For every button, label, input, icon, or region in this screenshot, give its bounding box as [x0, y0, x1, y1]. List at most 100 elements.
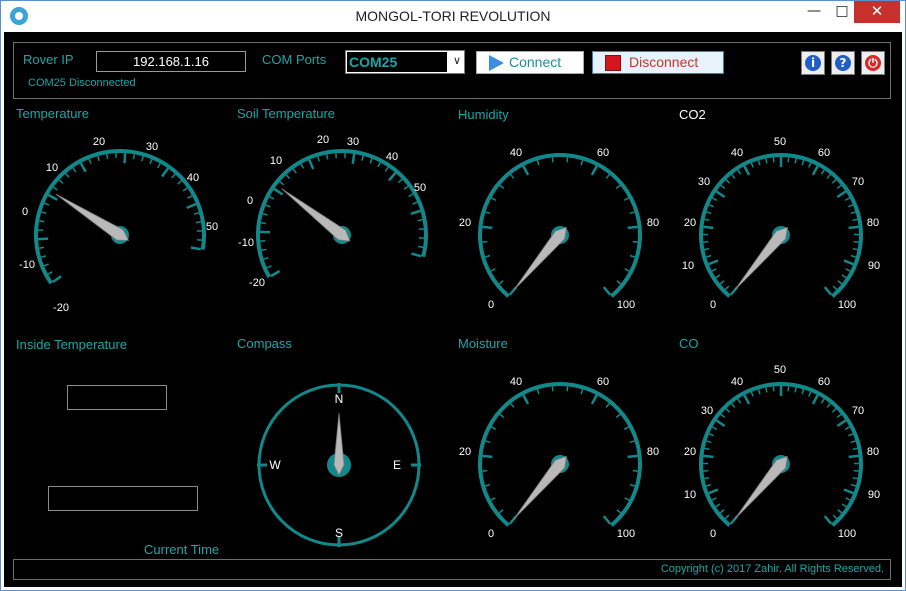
moisture-tick — [623, 426, 629, 430]
co-tick — [750, 391, 754, 397]
moisture-tick — [485, 440, 491, 444]
humidity-title: Humidity — [458, 107, 509, 122]
co-tick — [737, 398, 742, 404]
compass-hub — [327, 453, 351, 477]
co2-tick — [843, 259, 854, 266]
moisture-tick-label: 20 — [459, 446, 471, 458]
moisture-tick — [498, 509, 504, 514]
co2-tick — [801, 160, 805, 166]
co2-tick — [724, 285, 730, 291]
co-tick — [836, 419, 847, 428]
humidity-tick — [490, 268, 496, 272]
co2-tick — [848, 204, 854, 208]
moisture-tick — [491, 426, 497, 430]
moisture-tick-label: 40 — [510, 376, 522, 388]
temperature-tick — [41, 211, 47, 214]
co2-tick-label: 40 — [731, 147, 743, 159]
temperature-needle — [55, 193, 130, 241]
co2-tick — [820, 169, 825, 175]
temperature-tick — [65, 173, 70, 178]
co-tick — [724, 514, 730, 520]
humidity-tick — [615, 184, 621, 190]
co2-tick — [845, 268, 851, 272]
temperature-tick — [47, 271, 53, 275]
co2-tick — [737, 169, 742, 175]
co-tick — [823, 515, 833, 525]
co-tick — [843, 488, 854, 495]
main-panel: Rover IP 192.168.1.16 COM Ports COM25 ∨ … — [4, 32, 902, 587]
humidity-tick — [580, 160, 584, 166]
temperature-tick-label: 50 — [206, 221, 218, 233]
humidity-tick — [510, 174, 515, 179]
co2-tick — [719, 280, 725, 285]
co-needle — [734, 455, 788, 520]
co-tick-label: 70 — [852, 405, 864, 417]
title-bar: MONGOL-TORI REVOLUTION — □ ✕ — [1, 1, 905, 31]
temperature-title: Temperature — [16, 106, 89, 121]
soil_temperature-needle — [281, 188, 351, 242]
com-ports-label: COM Ports — [262, 52, 327, 67]
soil_temperature-tick — [412, 201, 418, 205]
moisture-tick — [522, 394, 530, 405]
connect-label: Connect — [509, 54, 562, 70]
humidity-tick-label: 60 — [597, 147, 609, 159]
temperature-tick-label: 10 — [46, 162, 58, 174]
disconnect-button[interactable]: Disconnect — [592, 51, 724, 74]
soil_temperature-tick — [269, 196, 275, 200]
co-tick — [703, 454, 714, 459]
co2-tick-label: 90 — [868, 260, 880, 272]
co-tick — [841, 503, 847, 508]
co-tick — [831, 408, 837, 413]
co2-title: CO2 — [679, 107, 706, 122]
humidity-tick — [499, 184, 505, 190]
temperature-tick — [177, 180, 182, 185]
soil_temperature-tick — [411, 252, 422, 258]
temperature-tick-label: 20 — [93, 136, 105, 148]
close-button[interactable]: ✕ — [854, 1, 900, 23]
co2-tick — [823, 286, 833, 296]
co-tick-label: 30 — [701, 405, 713, 417]
humidity-tick — [602, 286, 612, 296]
humidity-tick — [536, 160, 540, 166]
humidity-tick-label: 100 — [617, 299, 635, 311]
minimize-button[interactable]: — — [799, 1, 829, 23]
help-button[interactable]: ? — [831, 51, 855, 75]
soil_temperature-tick — [308, 159, 315, 170]
com-port-select[interactable]: COM25 ∨ — [345, 50, 465, 74]
co-tick-label: 50 — [774, 364, 786, 376]
chevron-down-icon[interactable]: ∨ — [453, 54, 461, 67]
temperature-tick — [161, 167, 169, 178]
maximize-button[interactable]: □ — [827, 1, 857, 23]
soil_temperature-tick — [377, 162, 381, 168]
co2-tick — [808, 162, 812, 168]
power-button[interactable]: ⏻ — [861, 51, 885, 75]
co-tick — [811, 394, 819, 405]
co2-tick — [750, 162, 754, 168]
soil_temperature-tick-label: 30 — [347, 136, 359, 148]
moisture-tick — [590, 394, 598, 405]
soil_temperature-tick — [410, 209, 421, 215]
co-tick — [704, 447, 710, 451]
moisture-needle — [513, 455, 567, 520]
moisture-tick — [580, 389, 584, 395]
play-icon — [489, 55, 504, 71]
soil_temperature-tick — [270, 269, 281, 278]
co2-tick — [704, 247, 710, 251]
soil_temperature-tick — [384, 166, 389, 172]
temperature-tick — [193, 212, 200, 215]
co2-tick — [706, 211, 712, 215]
co2-tick — [712, 197, 718, 201]
moisture-tick — [616, 509, 622, 514]
soil_temperature-tick — [263, 256, 269, 260]
co-tick-label: 80 — [867, 446, 879, 458]
moisture-tick — [605, 403, 610, 408]
co2-tick — [705, 254, 712, 258]
soil_temperature-tick-label: 50 — [414, 182, 426, 194]
soil_temperature-tick — [273, 187, 284, 196]
help-icon: ? — [835, 55, 851, 71]
temperature-tick — [123, 153, 127, 164]
info-button[interactable]: i — [801, 51, 825, 75]
rover-ip-field[interactable]: 192.168.1.16 — [96, 51, 246, 72]
connect-button[interactable]: Connect — [476, 51, 584, 74]
soil_temperature-tick — [397, 178, 403, 184]
